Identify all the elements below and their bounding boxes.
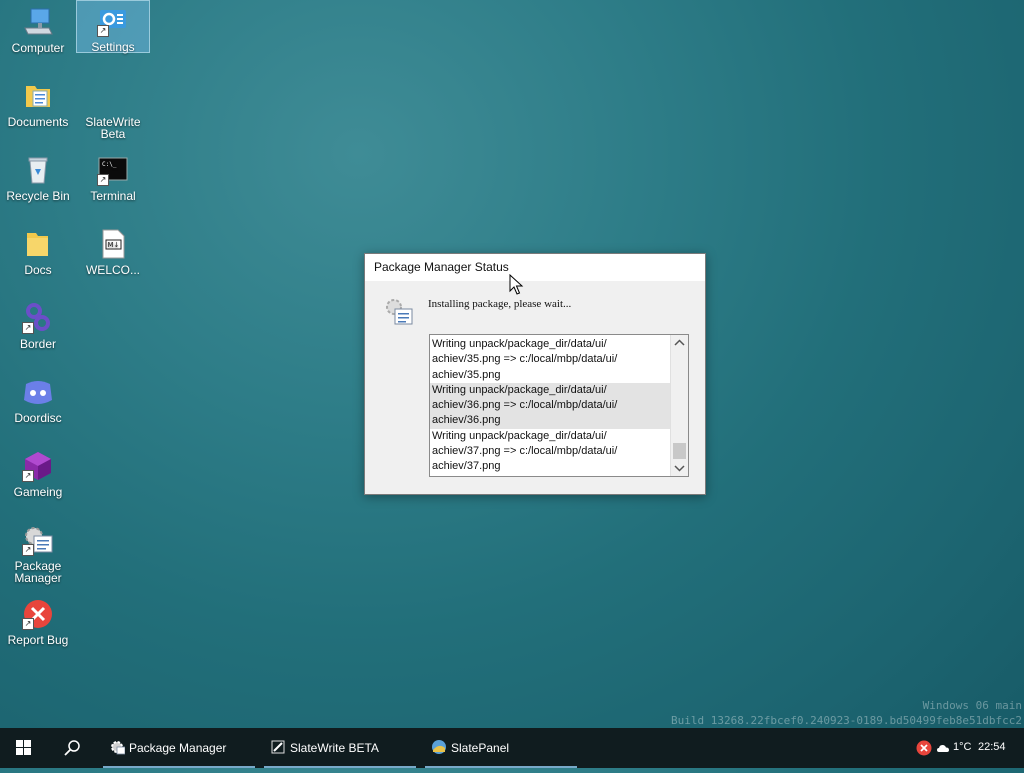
taskbar-item-label: SlateWrite BETA (290, 741, 379, 755)
package-manager-status-dialog: Package Manager Status Installing packag… (364, 253, 706, 495)
shortcut-arrow-icon: ↗ (22, 322, 34, 334)
desktop-icon-label: Report Bug (7, 633, 69, 647)
temperature-readout: 1°C (953, 741, 972, 753)
desktop-icon-label: Recycle Bin (6, 189, 70, 203)
search-icon (64, 740, 80, 756)
desktop-icon-label: Border (19, 337, 57, 351)
start-button[interactable] (0, 728, 48, 768)
shortcut-arrow-icon: ↗ (22, 470, 34, 482)
taskbar: Package Manager SlateWrite BETA SlatePan… (0, 728, 1024, 768)
taskbar-item-label: Package Manager (129, 741, 227, 755)
taskbar-item-slatepanel[interactable]: SlatePanel (425, 728, 577, 768)
recycle-bin-icon (22, 154, 54, 186)
report-bug-icon: ↗ (22, 598, 54, 630)
markdown-file-icon: M↓ (97, 228, 129, 260)
desktop-icon-label: SlateWrite Beta (85, 115, 141, 141)
desktop-icon-label: Settings (91, 40, 135, 54)
shortcut-arrow-icon: ↗ (97, 174, 109, 186)
desktop-icon-label: Package Manager (14, 559, 62, 585)
log-entry: Writing unpack/package_dir/data/ui/ achi… (430, 382, 670, 429)
desktop-icon-report-bug[interactable]: ↗ Report Bug (2, 594, 74, 647)
taskbar-item-package-manager[interactable]: Package Manager (103, 728, 255, 768)
status-message: Installing package, please wait... (428, 298, 572, 310)
shortcut-arrow-icon: ↗ (97, 25, 109, 37)
watermark-line: Windows 06 main (922, 699, 1022, 712)
shortcut-arrow-icon: ↗ (22, 544, 34, 556)
shortcut-arrow-icon: ↗ (22, 618, 34, 630)
settings-icon: ↗ (97, 5, 129, 37)
system-tray: 1°C 22:54 (914, 728, 1024, 768)
border-icon: ↗ (22, 302, 54, 334)
slatewrite-icon (97, 80, 129, 112)
desktop-icon-settings[interactable]: ↗ Settings (76, 0, 150, 54)
build-watermark: Windows 06 main Build 13268.22fbcef0.240… (671, 698, 1022, 728)
install-log-list[interactable]: Writing unpack/package_dir/data/ui/ achi… (429, 334, 689, 477)
desktop-icon-recycle-bin[interactable]: Recycle Bin (2, 150, 74, 212)
desktop-icon-gameing[interactable]: ↗ Gameing (2, 446, 74, 499)
doordisc-icon (22, 376, 54, 408)
desktop-icon-documents[interactable]: Documents (2, 76, 74, 129)
log-entry: Writing unpack/package_dir/data/ui/ achi… (432, 338, 618, 381)
cloud-weather-icon[interactable] (936, 741, 950, 755)
log-scrollbar[interactable] (670, 335, 688, 476)
scroll-up-icon[interactable] (671, 335, 688, 351)
folder-icon (22, 228, 54, 260)
desktop-icon-package-manager[interactable]: ↗ Package Manager (2, 520, 74, 585)
scroll-down-icon[interactable] (671, 460, 688, 476)
pen-icon (270, 739, 286, 755)
computer-icon (22, 6, 54, 38)
dialog-title[interactable]: Package Manager Status (365, 254, 705, 281)
desktop-icon-border[interactable]: ↗ Border (2, 298, 74, 351)
desktop-icon-label: Gameing (13, 485, 63, 499)
scrollbar-thumb[interactable] (673, 443, 686, 459)
desktop-icon-welcome[interactable]: M↓ WELCO... (77, 224, 149, 277)
search-button[interactable] (50, 728, 94, 768)
desktop-icon-label: Computer (11, 41, 65, 55)
package-manager-icon: ↗ (22, 524, 54, 556)
documents-folder-icon (22, 80, 54, 112)
svg-text:C:\_: C:\_ (102, 161, 117, 168)
mouse-cursor-icon (509, 273, 525, 296)
desktop-icon-label: Terminal (90, 189, 136, 203)
desktop-icon-label: Documents (7, 115, 69, 129)
slatepanel-icon (431, 739, 447, 755)
log-entry: Writing unpack/package_dir/data/ui/ achi… (432, 429, 618, 473)
taskbar-item-slatewrite[interactable]: SlateWrite BETA (264, 728, 416, 768)
taskbar-item-label: SlatePanel (451, 741, 510, 755)
desktop-icon-computer[interactable]: Computer (2, 2, 74, 55)
terminal-icon: C:\_ ↗ (97, 154, 129, 186)
desktop-icon-doordisc[interactable]: Doordisc (2, 372, 74, 425)
svg-text:M↓: M↓ (108, 241, 120, 249)
watermark-line: Build 13268.22fbcef0.240923-0189.bd50499… (671, 714, 1022, 727)
desktop-icon-terminal[interactable]: C:\_ ↗ Terminal (77, 150, 149, 203)
desktop-icon-slatewrite[interactable]: SlateWrite Beta (77, 76, 149, 141)
desktop-icon-label: Doordisc (14, 411, 62, 425)
gameing-cube-icon: ↗ (22, 450, 54, 482)
gear-icon (109, 739, 126, 755)
clock[interactable]: 22:54 (978, 741, 1006, 753)
desktop-icon-docs[interactable]: Docs (2, 224, 74, 277)
desktop-icon-label: WELCO... (85, 263, 140, 277)
desktop-icon-label: Docs (24, 263, 52, 277)
package-manager-icon (383, 296, 415, 328)
error-notification-icon[interactable] (916, 740, 932, 756)
